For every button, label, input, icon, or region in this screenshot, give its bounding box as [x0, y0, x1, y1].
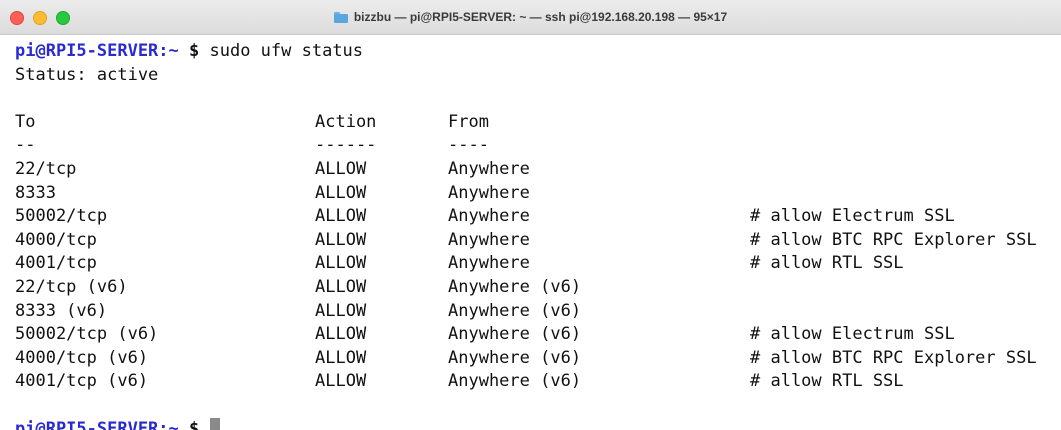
table-row: 50002/tcp (v6) ALLOW Anywhere (v6) # all…: [15, 323, 1061, 347]
table-row: 8333 (v6) ALLOW Anywhere (v6): [15, 300, 1061, 324]
command-text: sudo ufw status: [199, 41, 364, 61]
rule-to: 22/tcp: [15, 158, 77, 179]
rule-from: Anywhere: [448, 229, 530, 250]
title-bar: bizzbu — pi@RPI5-SERVER: ~ — ssh pi@192.…: [0, 0, 1061, 35]
table-row: 4000/tcp ALLOW Anywhere # allow BTC RPC …: [15, 229, 1061, 253]
rule-to: 8333: [15, 182, 56, 203]
prompt-path: :~: [158, 41, 179, 61]
table-row: 4000/tcp (v6) ALLOW Anywhere (v6) # allo…: [15, 347, 1061, 371]
rule-action: ALLOW: [315, 276, 367, 297]
rule-from: Anywhere (v6): [448, 371, 582, 392]
table-row: 4001/tcp (v6) ALLOW Anywhere (v6) # allo…: [15, 370, 1061, 394]
prompt-host: pi@RPI5-SERVER: [15, 41, 159, 61]
rule-from: Anywhere: [448, 253, 530, 274]
rule-to: 8333 (v6): [15, 300, 108, 321]
rule-to: 4000/tcp (v6): [15, 347, 149, 368]
rule-from: Anywhere: [448, 158, 530, 179]
rule-action: ALLOW: [315, 253, 367, 274]
rule-from: Anywhere (v6): [448, 276, 582, 297]
table-row: 4001/tcp ALLOW Anywhere # allow RTL SSL: [15, 252, 1061, 276]
prompt-path: :~: [158, 418, 179, 430]
rule-action: ALLOW: [315, 300, 367, 321]
rule-comment: # allow Electrum SSL: [750, 206, 955, 227]
terminal-window: bizzbu — pi@RPI5-SERVER: ~ — ssh pi@192.…: [0, 0, 1061, 430]
rule-from: Anywhere: [448, 206, 530, 227]
rule-action: ALLOW: [315, 229, 367, 250]
rule-action: ALLOW: [315, 206, 367, 227]
rule-action: ALLOW: [315, 324, 367, 345]
rule-action: ALLOW: [315, 347, 367, 368]
rule-to: 4001/tcp (v6): [15, 371, 149, 392]
terminal-output[interactable]: pi@RPI5-SERVER:~ $ sudo ufw status Statu…: [0, 34, 1061, 430]
table-header-row: To Action From: [15, 111, 1061, 135]
rule-to: 50002/tcp: [15, 206, 108, 227]
prompt-line[interactable]: pi@RPI5-SERVER:~ $: [15, 417, 1061, 430]
text-cursor: [209, 417, 220, 430]
separator-to: --: [15, 135, 36, 156]
rule-to: 4000/tcp: [15, 229, 97, 250]
header-from: From: [448, 111, 489, 132]
rule-to: 22/tcp (v6): [15, 276, 128, 297]
rule-comment: # allow BTC RPC Explorer SSL: [750, 347, 1037, 368]
header-to: To: [15, 111, 36, 132]
rule-to: 50002/tcp (v6): [15, 324, 159, 345]
rule-action: ALLOW: [315, 371, 367, 392]
table-row: 22/tcp (v6) ALLOW Anywhere (v6): [15, 276, 1061, 300]
rule-from: Anywhere (v6): [448, 347, 582, 368]
status-line: Status: active: [15, 64, 159, 85]
header-action: Action: [315, 111, 377, 132]
rule-action: ALLOW: [315, 158, 367, 179]
table-row: 22/tcp ALLOW Anywhere: [15, 158, 1061, 182]
command-line: pi@RPI5-SERVER:~ $ sudo ufw status: [15, 40, 1061, 64]
rule-comment: # allow Electrum SSL: [750, 324, 955, 345]
rule-to: 4001/tcp: [15, 253, 97, 274]
rule-from: Anywhere (v6): [448, 300, 582, 321]
rule-comment: # allow RTL SSL: [750, 371, 904, 392]
rule-from: Anywhere: [448, 182, 530, 203]
table-row: 50002/tcp ALLOW Anywhere # allow Electru…: [15, 205, 1061, 229]
table-row: 8333 ALLOW Anywhere: [15, 182, 1061, 206]
rule-from: Anywhere (v6): [448, 324, 582, 345]
rule-comment: # allow BTC RPC Explorer SSL: [750, 229, 1037, 250]
prompt-symbol: $: [178, 41, 200, 61]
separator-action: ------: [315, 135, 377, 156]
rule-action: ALLOW: [315, 182, 367, 203]
table-separator-row: -- ------ ----: [15, 134, 1061, 158]
folder-icon: [333, 11, 348, 23]
rule-comment: # allow RTL SSL: [750, 253, 904, 274]
prompt-symbol: $: [178, 418, 200, 430]
separator-from: ----: [448, 135, 489, 156]
window-title-text: bizzbu — pi@RPI5-SERVER: ~ — ssh pi@192.…: [353, 10, 728, 24]
window-title: bizzbu — pi@RPI5-SERVER: ~ — ssh pi@192.…: [0, 0, 1061, 34]
